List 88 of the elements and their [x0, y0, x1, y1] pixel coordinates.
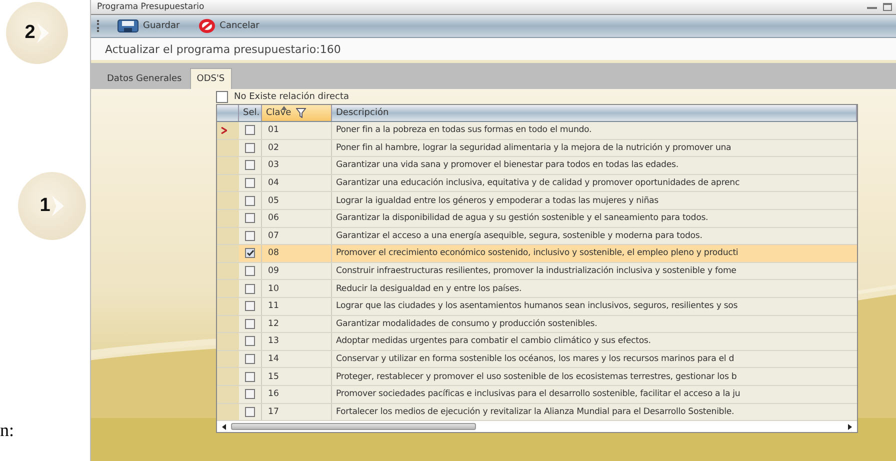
- table-cell-text: Lograr la igualdad entre los géneros y empoderar a todas las mujeres y niñas: [335, 194, 660, 208]
- row-checkbox[interactable]: [245, 142, 255, 153]
- column-header[interactable]: Clave: [262, 105, 332, 121]
- table-row[interactable]: 06 Garantizar la disponibilidad de agua y su gestión sostenible y el saneamiento para todos.: [217, 210, 857, 228]
- filter-icon[interactable]: [296, 108, 306, 118]
- cancel-button[interactable]: Cancelar: [196, 18, 262, 34]
- row-checkbox[interactable]: [245, 178, 255, 188]
- window-title: Programa Presupuestario: [97, 2, 204, 12]
- table-row[interactable]: 11 Lograr que las ciudades y los asentamientos humanos sean inclusivos, seguros, resilientes y sos: [217, 298, 857, 316]
- table-cell: 06: [262, 210, 332, 227]
- form-heading: Actualizar el programa presupuestario:160: [91, 38, 896, 63]
- row-checkbox[interactable]: [245, 318, 255, 329]
- table-cell: 14: [262, 350, 332, 368]
- table-cell-text: Adoptar medidas urgentes para combatir el cambio climático y sus efectos.: [335, 335, 652, 348]
- table-cell-text: Poner fin a la pobreza en todas sus formas en todo el mundo.: [335, 124, 593, 138]
- table-cell-text: Garantizar una educación inclusiva, equitativa y de calidad y promover oportunidades de aprenc: [335, 177, 741, 190]
- table-cell: 16: [262, 386, 332, 402]
- table-row[interactable]: 03 Garantizar una vida sana y promover el bienestar para todos en todas las edades.: [217, 157, 857, 175]
- row-checkbox[interactable]: [245, 372, 255, 382]
- maximize-icon[interactable]: [883, 3, 892, 11]
- table-row[interactable]: 17 Fortalecer los medios de ejecución y revitalizar la Alianza Mundial para el Desarrollo Sostenible.: [217, 404, 857, 422]
- row-checkbox[interactable]: [245, 284, 255, 294]
- step-badge: 2: [6, 2, 68, 64]
- row-checkbox[interactable]: [245, 336, 255, 346]
- table-row[interactable]: 13 Adoptar medidas urgentes para combatir el cambio climático y sus efectos.: [217, 333, 857, 351]
- row-checkbox[interactable]: [245, 160, 255, 170]
- table-row[interactable]: 10 Reducir la desigualdad en y entre los países.: [217, 280, 857, 298]
- step-badge: 1: [18, 172, 86, 240]
- table-cell-text: Fortalecer los medios de ejecución y revitalizar la Alianza Mundial para el Desarrollo Sostenible.: [335, 406, 736, 419]
- row-checkbox[interactable]: [245, 213, 255, 224]
- scroll-left-icon[interactable]: [221, 424, 227, 430]
- table-row[interactable]: 08 Promover el crecimiento económico sostenido, inclusivo y sostenible, el empleo pleno y producti: [217, 245, 857, 263]
- table-cell-text: Garantizar una vida sana y promover el bienestar para todos en todas las edades.: [335, 159, 680, 172]
- table-cell-text: Construir infraestructuras resilientes, promover la industrialización inclusiva y sostenible y fome: [335, 265, 738, 278]
- table-row[interactable]: 04 Garantizar una educación inclusiva, equitativa y de calidad y promover oportunidades de aprenc: [217, 174, 857, 192]
- row-checkbox[interactable]: [245, 248, 255, 258]
- save-button[interactable]: Guardar: [115, 19, 182, 33]
- table-cell: 02: [262, 140, 332, 156]
- table-row[interactable]: 09 Construir infraestructuras resilientes, promover la industrialización inclusiva y sostenible y fome: [217, 262, 857, 280]
- row-checkbox[interactable]: [245, 389, 255, 400]
- table-cell: 17: [262, 404, 332, 420]
- sort-icon[interactable]: [281, 106, 287, 110]
- column-header[interactable]: Descripción: [332, 105, 857, 121]
- table-cell-text: Garantizar modalidades de consumo y producción sostenibles.: [335, 318, 598, 331]
- table-cell: 13: [262, 333, 332, 350]
- table-cell-text: Garantizar el acceso a una energía asequible, segura, sostenible y moderna para todos.: [335, 230, 704, 243]
- row-checkbox[interactable]: [245, 266, 255, 276]
- row-checkbox[interactable]: [245, 230, 255, 241]
- horizontal-scrollbar[interactable]: [217, 421, 857, 432]
- row-checkbox[interactable]: [245, 301, 255, 312]
- table-cell-text: Promover sociedades pacíficas e inclusivas para el desarrollo sostenible, facilitar el acceso a la ju: [335, 388, 742, 402]
- table-cell-text: Proteger, restablecer y promover el uso sostenible de los ecosistemas terrestres, gestionar los b: [335, 370, 738, 384]
- no-relation-checkbox[interactable]: No Existe relación directa: [216, 91, 350, 102]
- table-row[interactable]: 14 Conservar y utilizar en forma sostenible los océanos, los mares y los recursos marinos para el d: [217, 350, 857, 368]
- tab[interactable]: Datos Generales: [101, 69, 188, 89]
- table-cell-text: Reducir la desigualdad en y entre los países.: [335, 282, 523, 296]
- tab[interactable]: ODS'S: [190, 68, 232, 89]
- table-cell: 11: [262, 298, 332, 315]
- row-checkbox[interactable]: [245, 125, 255, 136]
- table-cell: 09: [262, 262, 332, 280]
- prohibited-icon: [198, 18, 216, 34]
- table-row[interactable]: 07 Garantizar el acceso a una energía asequible, segura, sostenible y moderna para todos.: [217, 228, 857, 246]
- table-cell: 03: [262, 157, 332, 174]
- side-text: n:: [0, 420, 14, 441]
- row-checkbox[interactable]: [245, 196, 255, 206]
- table-row[interactable]: 05 Lograr la igualdad entre los géneros y empoderar a todas las mujeres y niñas: [217, 192, 857, 210]
- row-checkbox[interactable]: [245, 354, 255, 364]
- table-cell: 10: [262, 280, 332, 297]
- table-cell-text: Poner fin al hambre, lograr la seguridad alimentaria y la mejora de la nutrición y promover una: [335, 142, 732, 155]
- table-cell: 15: [262, 368, 332, 385]
- table-row[interactable]: 16 Promover sociedades pacíficas e inclusivas para el desarrollo sostenible, facilitar el acceso a la ju: [217, 386, 857, 404]
- minimize-icon[interactable]: [867, 4, 877, 10]
- table-row[interactable]: 15 Proteger, restablecer y promover el uso sostenible de los ecosistemas terrestres, gestionar los b: [217, 368, 857, 386]
- table-cell: 12: [262, 316, 332, 332]
- table-row[interactable]: 01 Poner fin a la pobreza en todas sus formas en todo el mundo.: [217, 122, 857, 140]
- table-cell: 04: [262, 174, 332, 192]
- table-cell-text: Garantizar la disponibilidad de agua y su gestión sostenible y el saneamiento para todos.: [335, 212, 710, 226]
- table-cell: 07: [262, 228, 332, 244]
- table-cell: 05: [262, 192, 332, 209]
- scroll-right-icon[interactable]: [847, 424, 853, 430]
- table-cell: 01: [262, 122, 332, 139]
- table-cell: 08: [262, 245, 332, 262]
- table-cell-text: Conservar y utilizar en forma sostenible los océanos, los mares y los recursos marinos para el d: [335, 353, 736, 366]
- table-row[interactable]: 12 Garantizar modalidades de consumo y producción sostenibles.: [217, 316, 857, 334]
- row-checkbox[interactable]: [245, 406, 255, 417]
- table-row[interactable]: 02 Poner fin al hambre, lograr la seguridad alimentaria y la mejora de la nutrición y promover una: [217, 140, 857, 158]
- table-cell-text: Promover el crecimiento económico sostenido, inclusivo y sostenible, el empleo pleno y producti: [335, 247, 740, 260]
- table-cell-text: Lograr que las ciudades y los asentamientos humanos sean inclusivos, seguros, resilientes y sos: [335, 300, 739, 314]
